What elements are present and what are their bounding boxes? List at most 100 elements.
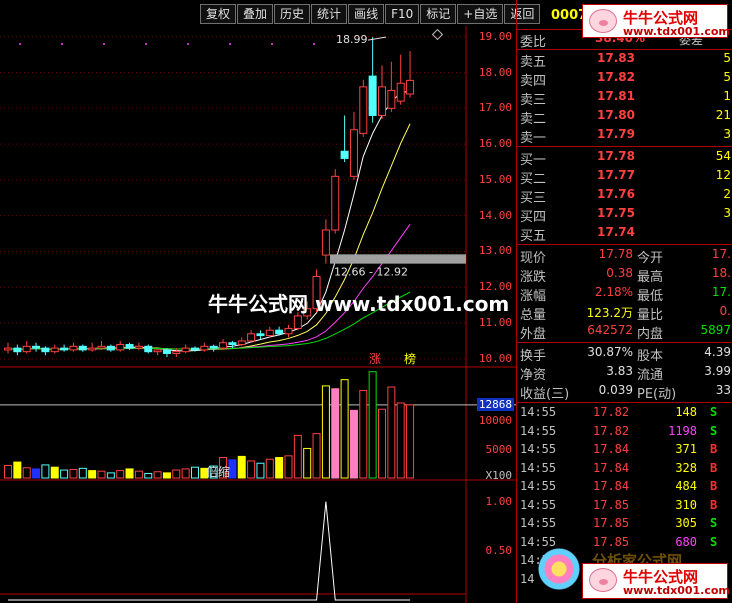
bid-label: 买二 <box>520 172 547 187</box>
bid-volume: 54 <box>715 149 731 163</box>
price-axis-label: 14.00 <box>478 208 512 222</box>
quote-info-row: 涨幅 2.18% 最低 17. <box>517 284 732 304</box>
toolbar-button-1[interactable]: 叠加 <box>237 4 274 24</box>
volume-bar <box>106 472 115 479</box>
tick-time: 14:55 <box>520 497 557 512</box>
volume-bar <box>60 469 69 479</box>
ask-row[interactable]: 卖四 17.82 5 <box>517 69 732 89</box>
tick-volume: 1198 <box>668 423 697 438</box>
tick-volume: 148 <box>675 405 697 419</box>
ask-row[interactable]: 卖五 17.83 5 <box>517 50 732 70</box>
tick-volume: 310 <box>675 497 697 512</box>
logo-url: www.tdx001.com <box>623 584 730 597</box>
candle-body <box>293 315 302 329</box>
logo-url: www.tdx001.com <box>623 25 730 38</box>
order-ratio-label: 委比 <box>520 35 547 50</box>
toolbar-button-0[interactable]: 复权 <box>200 4 237 24</box>
bid-row[interactable]: 买二 17.77 12 <box>517 167 732 187</box>
fundamental-label: 收益(三) <box>520 387 570 402</box>
price-axis-label: 16.00 <box>478 137 512 151</box>
candle-body <box>387 89 396 109</box>
tick-row: 14:55 17.84 328 B <box>517 459 732 477</box>
fundamental-row: 换手 30.87% 股本 4.39 <box>517 344 732 364</box>
ask-label: 卖三 <box>520 93 547 108</box>
volume-bar <box>293 434 302 479</box>
bid-volume: 2 <box>723 187 731 201</box>
ask-row[interactable]: 卖一 17.79 3 <box>517 126 732 146</box>
toolbar-button-2[interactable]: 历史 <box>274 4 311 24</box>
bid-row[interactable]: 买五 17.74 <box>517 224 732 244</box>
price-axis-label: 18.00 <box>478 65 512 79</box>
price-axis-label: 19.00 <box>478 29 512 43</box>
fundamental-value: 4.39 <box>704 345 731 359</box>
volume-bar <box>349 409 358 479</box>
quote-info-value: 18. <box>711 266 731 280</box>
tick-time: 14:55 <box>520 460 557 475</box>
volume-bar <box>134 470 143 479</box>
toolbar-button-7[interactable]: +自选 <box>457 4 504 24</box>
tick-side: B <box>710 442 718 456</box>
volume-bar <box>4 464 12 479</box>
candle-body <box>144 345 153 353</box>
separator <box>517 244 732 245</box>
candle-body <box>378 86 386 116</box>
toolbar-button-6[interactable]: 标记 <box>420 4 457 24</box>
tick-price: 17.85 <box>593 534 630 549</box>
volume-bar <box>275 457 284 479</box>
ask-row[interactable]: 卖二 17.80 21 <box>517 107 732 127</box>
tick-side: S <box>710 516 718 530</box>
quote-info-value: 17. <box>711 285 731 299</box>
quote-info-value: 17.78 <box>598 247 633 261</box>
tick-row: 14:55 17.85 305 S <box>517 514 732 532</box>
candle-body <box>396 82 405 102</box>
bid-row[interactable]: 买一 17.78 54 <box>517 148 732 168</box>
high-arrow <box>367 36 387 41</box>
volume-bar <box>32 468 41 479</box>
candle-body <box>153 349 162 353</box>
toolbar-button-5[interactable]: F10 <box>385 4 420 24</box>
candle-body <box>32 345 41 349</box>
tick-side: B <box>710 460 718 475</box>
volume-bar <box>97 470 106 479</box>
tick-price: 17.85 <box>593 516 630 530</box>
fundamental-label: 换手 <box>520 349 547 364</box>
volume-bar <box>22 467 31 479</box>
site-logo-top: 牛牛公式网 www.tdx001.com <box>582 4 730 38</box>
toolbar-button-3[interactable]: 统计 <box>311 4 348 24</box>
ask-volume: 21 <box>715 108 731 122</box>
fundamental-value: 30.87% <box>587 345 633 359</box>
bid-row[interactable]: 买四 17.75 3 <box>517 205 732 225</box>
quote-info-row: 涨跌 0.38 最高 18. <box>517 265 732 285</box>
candle-body <box>284 327 293 335</box>
candle-body <box>181 347 190 353</box>
quote-info-label: 总量 <box>520 308 547 323</box>
volume-bar <box>312 433 321 479</box>
tick-row: 14:55 17.82 148 S <box>517 403 732 421</box>
candle-body <box>265 329 274 337</box>
candle-body <box>200 345 209 351</box>
bid-volume: 12 <box>715 168 731 182</box>
tick-row: 14:55 17.82 1198 S <box>517 422 732 440</box>
bid-row[interactable]: 买三 17.76 2 <box>517 186 732 206</box>
candle-body <box>116 344 125 351</box>
ask-row[interactable]: 卖三 17.81 1 <box>517 88 732 108</box>
tick-price: 17.84 <box>593 479 630 493</box>
tick-price: 17.85 <box>593 497 630 512</box>
quote-info-value: 2.18% <box>594 285 633 299</box>
ask-volume: 3 <box>723 127 731 141</box>
quote-info-value: 17. <box>711 247 731 261</box>
ask-volume: 5 <box>723 51 731 65</box>
candle-body <box>88 347 97 351</box>
candle-body <box>340 150 349 159</box>
toolbar-button-4[interactable]: 画线 <box>348 4 385 24</box>
quote-info-value: 0. <box>719 304 731 318</box>
volume-bar <box>181 468 190 479</box>
tick-price: 17.82 <box>593 423 630 438</box>
bid-label: 买四 <box>520 210 547 225</box>
candle-body <box>349 129 358 177</box>
tick-time: 14 <box>520 571 535 586</box>
tick-time: 14:55 <box>520 534 557 549</box>
quote-info-label: 今开 <box>637 251 664 266</box>
bid-label: 买一 <box>520 153 547 168</box>
ask-volume: 1 <box>723 89 731 103</box>
